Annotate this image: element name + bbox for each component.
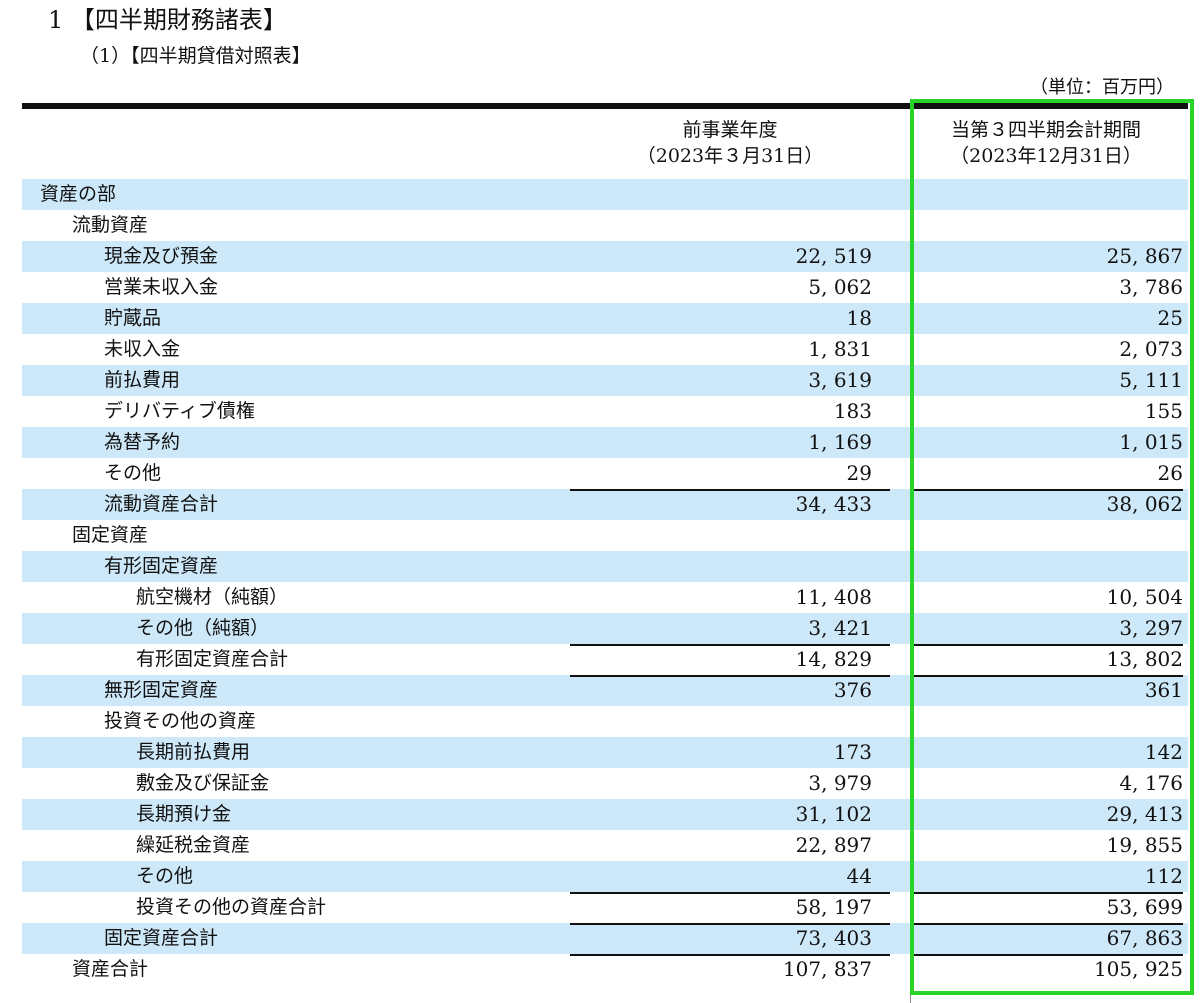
- row-label: 固定資産合計: [104, 927, 219, 949]
- prev-period-value: 73, 403: [570, 923, 890, 954]
- row-label: 貯蔵品: [104, 307, 162, 329]
- prev-period-value: 44: [846, 864, 872, 888]
- prev-period-value: 34, 433: [570, 489, 890, 520]
- prev-period-value: 1, 169: [808, 430, 872, 454]
- row-label: 航空機材（純額）: [136, 586, 289, 608]
- row-label: その他（純額）: [136, 617, 270, 639]
- unit-label: （単位：百万円）: [1030, 77, 1174, 98]
- prev-period-value: 5, 062: [808, 275, 872, 299]
- row-label: 投資その他の資産: [104, 710, 257, 732]
- current-period-highlight-box: [910, 99, 1194, 995]
- row-label: 営業未収入金: [104, 276, 219, 298]
- prev-period-value: 58, 197: [570, 892, 890, 923]
- row-label: 流動資産: [72, 214, 149, 236]
- prev-period-value: 22, 897: [795, 833, 872, 857]
- row-label: その他: [136, 865, 194, 887]
- prev-period-value: 11, 408: [795, 585, 872, 609]
- prev-period-title: 前事業年度: [682, 119, 778, 141]
- row-label: 無形固定資産: [104, 679, 219, 701]
- row-label: 未収入金: [104, 338, 181, 360]
- prev-period-value: 31, 102: [795, 802, 872, 826]
- row-label: その他: [104, 462, 162, 484]
- row-label: 敷金及び保証金: [136, 772, 270, 794]
- prev-period-value: 107, 837: [570, 954, 890, 985]
- row-label: デリバティブ債権: [104, 400, 255, 422]
- row-label: 前払費用: [104, 369, 181, 391]
- row-label: 有形固定資産: [104, 555, 219, 577]
- prev-period-value: 376: [570, 675, 890, 706]
- prev-period-value: 14, 829: [570, 644, 890, 675]
- prev-period-value: 18: [846, 306, 872, 330]
- prev-period-value: 183: [833, 399, 872, 423]
- prev-period-value: 1, 831: [808, 337, 872, 361]
- prev-period-value: 29: [846, 461, 872, 485]
- row-label: 資産合計: [72, 958, 149, 980]
- row-label: 為替予約: [104, 431, 181, 453]
- prev-period-value: 3, 979: [808, 771, 872, 795]
- row-label: 固定資産: [72, 524, 149, 546]
- row-label: 流動資産合計: [104, 493, 219, 515]
- row-label: 有形固定資産合計: [136, 648, 289, 670]
- prev-period-date: （2023年３月31日）: [636, 145, 824, 167]
- section-subheading: （1）【四半期貸借対照表】: [80, 45, 311, 67]
- row-label: 繰延税金資産: [136, 834, 251, 856]
- row-label: 投資その他の資産合計: [136, 896, 327, 918]
- prev-period-value: 22, 519: [795, 244, 872, 268]
- section-heading: 1 【四半期財務諸表】: [48, 6, 287, 34]
- row-label: 長期預け金: [136, 803, 232, 825]
- prev-period-value: 173: [833, 740, 872, 764]
- prev-period-value: 3, 619: [808, 368, 872, 392]
- prev-period-header: 前事業年度 （2023年３月31日）: [570, 117, 890, 169]
- row-label: 長期前払費用: [136, 741, 251, 763]
- row-label: 現金及び預金: [104, 245, 219, 267]
- row-label: 資産の部: [40, 183, 117, 205]
- prev-period-value: 3, 421: [808, 616, 872, 640]
